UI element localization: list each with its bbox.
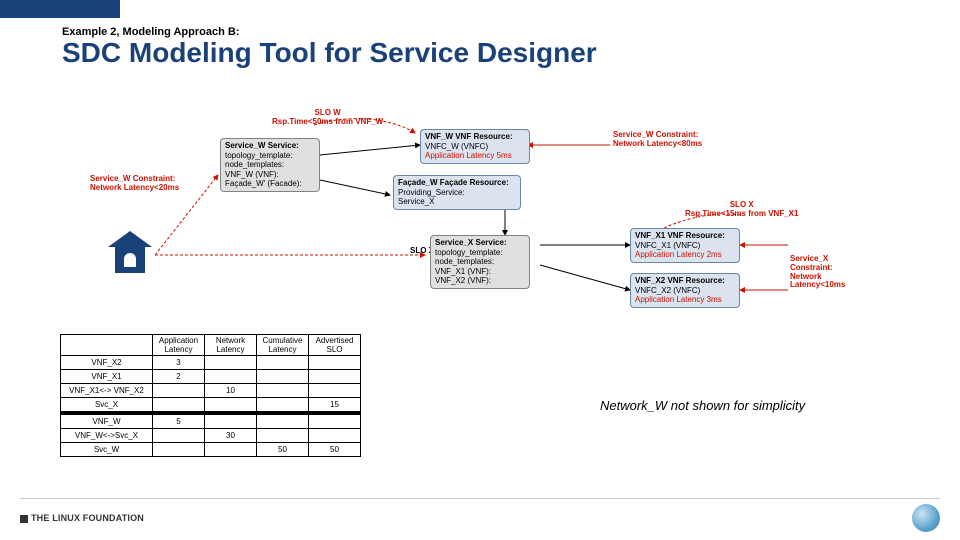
- table-row: VNF_X12: [61, 370, 361, 384]
- vnf-x2-box: VNF_X2 VNF Resource: VNFC_X2 (VNFC) Appl…: [630, 273, 740, 308]
- slo-x-annotation: SLO XRsp.Time<15ms from VNF_X1: [685, 201, 798, 219]
- table-row: VNF_W<->Svc_X30: [61, 429, 361, 443]
- constraint-w-right: Service_W Constraint:Network Latency<80m…: [613, 131, 702, 149]
- table-header-row: Application Latency Network Latency Cumu…: [61, 335, 361, 356]
- att-globe-icon: [912, 504, 940, 532]
- constraint-w-left: Service_W Constraint:Network Latency<20m…: [90, 175, 179, 193]
- constraint-x: Service_X Constraint:Network Latency<10m…: [790, 255, 870, 290]
- client-icon: [110, 231, 150, 271]
- simplicity-note: Network_W not shown for simplicity: [600, 398, 805, 413]
- slo-w-annotation: SLO WRsp.Time<50ms from VNF_W: [272, 109, 383, 127]
- service-w-box: Service_W Service: topology_template: no…: [220, 138, 320, 192]
- top-bar: [0, 0, 960, 18]
- footer: THE LINUX FOUNDATION: [20, 498, 940, 532]
- diagram-canvas: SLO WRsp.Time<50ms from VNF_W Service_W …: [110, 115, 870, 325]
- table-row: Svc_W5050: [61, 443, 361, 457]
- table-row: VNF_X23: [61, 356, 361, 370]
- linux-foundation-logo: THE LINUX FOUNDATION: [20, 513, 144, 523]
- table-row: VNF_X1<-> VNF_X210: [61, 384, 361, 398]
- top-accent: [0, 0, 120, 18]
- table-row: Svc_X15: [61, 398, 361, 412]
- vnf-w-box: VNF_W VNF Resource: VNFC_W (VNFC) Applic…: [420, 129, 530, 164]
- slide-title: SDC Modeling Tool for Service Designer: [62, 38, 940, 69]
- vnf-x1-box: VNF_X1 VNF Resource: VNFC_X1 (VNFC) Appl…: [630, 228, 740, 263]
- service-x-box: Service_X Service: topology_template: no…: [430, 235, 530, 289]
- table-row: VNF_W5: [61, 415, 361, 429]
- latency-table: Application Latency Network Latency Cumu…: [60, 334, 361, 457]
- facade-w-box: Façade_W Façade Resource: Providing_Serv…: [393, 175, 521, 210]
